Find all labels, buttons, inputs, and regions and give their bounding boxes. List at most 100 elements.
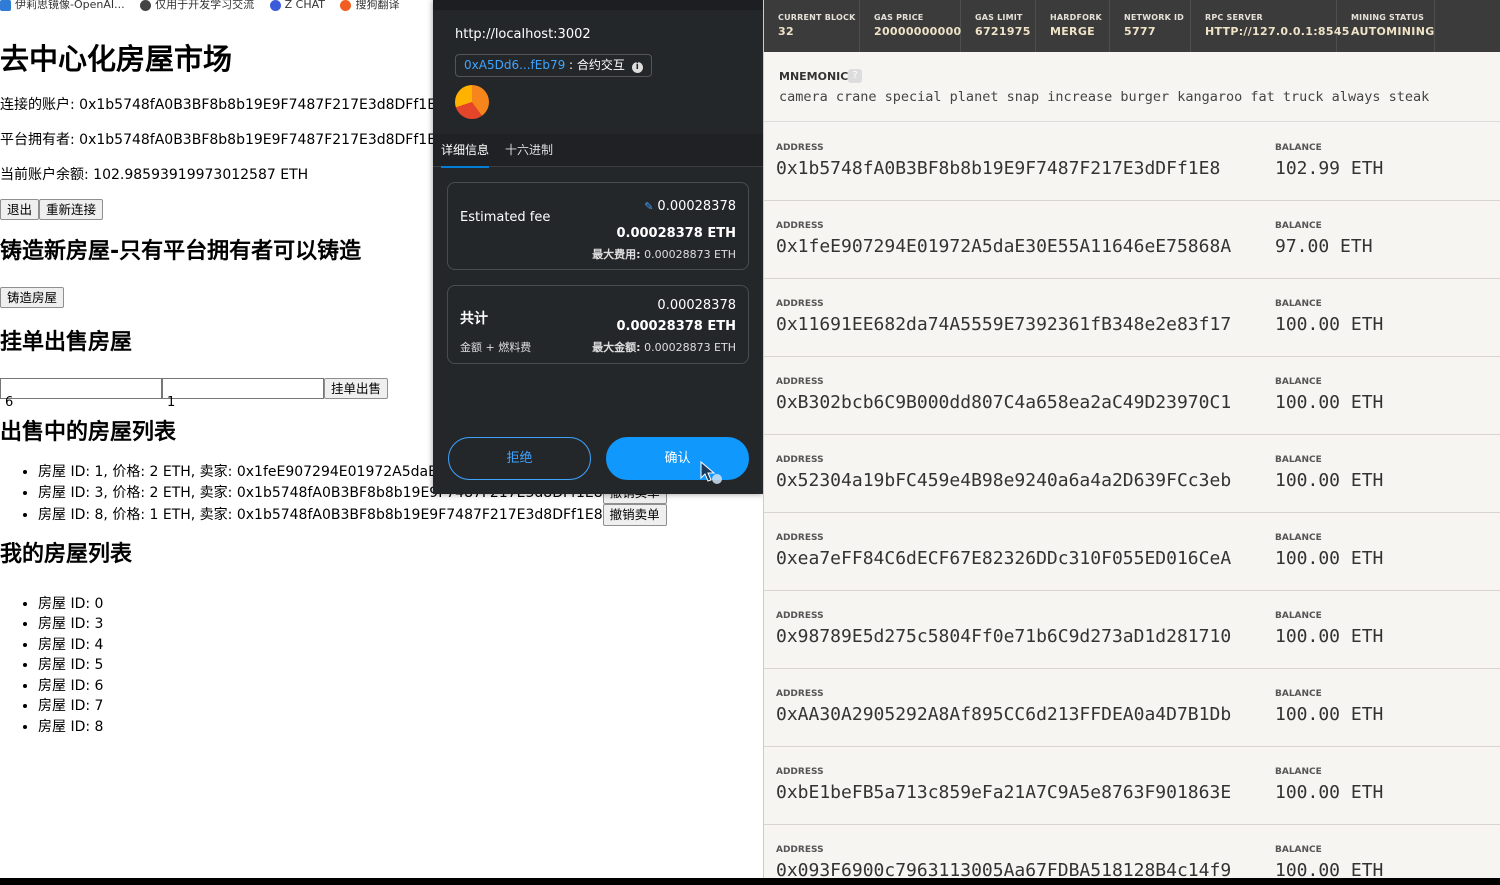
stat-key: GAS LIMIT [975,13,1023,22]
ganache-status-bar: CURRENT BLOCK 32 GAS PRICE 20000000000 GAS… [764,0,1500,52]
stat-value: AUTOMINING [1351,25,1435,38]
list-item: 房屋 ID: 3 [38,614,762,635]
cancel-listing-button[interactable]: 撤销卖单 [602,503,667,526]
stat-key: RPC SERVER [1205,13,1263,22]
address-label: ADDRESS [776,611,824,621]
my-houses-list: 房屋 ID: 0 房屋 ID: 3 房屋 ID: 4 房屋 ID: 5 房屋 I… [0,594,762,738]
account-row[interactable]: ADDRESS BALANCE 0x1feE907294E01972A5daE30E… [764,201,1500,279]
account-address: 0xAA30A2905292A8Af895CC6d213FFDEA0a4D7B1… [776,704,1232,725]
reconnect-button[interactable]: 重新连接 [39,199,104,220]
account-row[interactable]: ADDRESS BALANCE 0x093F6900c7963113005Aa67F… [764,825,1500,878]
total-sub-label: 金额 + 燃料费 [460,341,532,354]
address-label: ADDRESS [776,221,824,231]
stat-value: 6721975 [975,25,1031,38]
current-block-stat: CURRENT BLOCK 32 [764,0,860,52]
tab-hex[interactable]: 十六进制 [505,134,553,166]
balance-label: BALANCE [1275,533,1322,543]
sogou-icon [340,0,352,11]
account-address: 0x093F6900c7963113005Aa67FDBA518128B4c14… [776,860,1232,878]
account-balance: 100.00 ETH [1275,704,1384,725]
max-fee-row: 最大费用: 0.00028873 ETH [592,246,736,262]
metamask-confirm-popup: http://localhost:3002 0xA5Dd6...fEb79 : … [433,0,763,494]
price-input[interactable]: 1 [162,378,324,410]
account-balance: 100.00 ETH [1275,314,1384,335]
mnemonic-panel: MNEMONIC ? camera crane special planet s… [764,52,1500,122]
stat-value: 20000000000 [874,25,962,38]
max-fee-label: 最大费用: [592,248,641,261]
estimated-fee-card: Estimated fee ✎ 0.00028378 0.00028378 ETH… [447,182,749,270]
help-icon[interactable]: ? [848,69,862,83]
account-row[interactable]: ADDRESS BALANCE 0xbE1beFB5a713c859eFa21A7C… [764,747,1500,825]
stat-value: HTTP://127.0.0.1:8545 [1205,25,1350,38]
openai-icon [0,0,11,11]
reject-button[interactable]: 拒绝 [448,437,591,480]
list-for-sale-button[interactable]: 挂单出售 [324,378,389,399]
max-amount-value: 0.00028873 ETH [644,341,736,354]
address-label: ADDRESS [776,533,824,543]
account-avatar [455,85,489,119]
connected-account-label: 连接的账户: [0,97,80,113]
account-address: 0x98789E5d275c5804Ff0e71b6C9d273aD1d2817… [776,626,1232,647]
address-label: ADDRESS [776,377,824,387]
contract-address: 0xA5Dd6...fEb79 [464,58,566,72]
list-item: 房屋 ID: 0 [38,594,762,615]
rpc-server-stat: RPC SERVER HTTP://127.0.0.1:8545 [1191,0,1350,52]
max-amount-label: 最大金额: [592,341,641,354]
mining-status-stat: MINING STATUS AUTOMINING [1337,0,1435,52]
account-row[interactable]: ADDRESS BALANCE 0x1b5748fA0B3BF8b8b19E9F74… [764,123,1500,201]
gas-limit-stat: GAS LIMIT 6721975 [961,0,1036,52]
list-item: 房屋 ID: 7 [38,696,762,717]
taskbar-edge [0,878,1500,885]
bookmark-label: 仅用于开发学习交流 [155,0,255,11]
bookmark-bar: 伊莉思镜像-OpenAI... 仅用于开发学习交流 Z CHAT 搜狗翻译 [0,0,440,12]
account-balance: 100.00 ETH [1275,392,1384,413]
bookmark-item[interactable]: 仅用于开发学习交流 [140,0,254,11]
ganache-window: CURRENT BLOCK 32 GAS PRICE 20000000000 GAS… [763,0,1500,878]
balance-label: BALANCE [1275,221,1322,231]
account-address: 0xea7eFF84C6dECF67E82326DDc310F055ED016C… [776,548,1232,569]
balance-label: BALANCE [1275,455,1322,465]
site-origin: http://localhost:3002 [455,27,591,42]
tab-details[interactable]: 详细信息 [441,134,490,168]
mnemonic-label: MNEMONIC [779,70,849,83]
account-row[interactable]: ADDRESS BALANCE 0xAA30A2905292A8Af895CC6d2… [764,669,1500,747]
balance-label: BALANCE [1275,689,1322,699]
bookmark-item[interactable]: 伊莉思镜像-OpenAI... [0,0,125,11]
mouse-cursor-icon [700,460,722,484]
bookmark-item[interactable]: 搜狗翻译 [340,0,399,11]
address-label: ADDRESS [776,143,824,153]
list-item: 房屋 ID: 8 [38,717,762,738]
house-id-input[interactable]: 6 [0,378,162,410]
hardfork-stat: HARDFORK MERGE [1036,0,1110,52]
stat-key: MINING STATUS [1351,13,1425,22]
account-address: 0x1feE907294E01972A5daE30E55A11646eE7586… [776,236,1232,257]
total-label: 共计 [460,311,488,327]
account-address: 0x1b5748fA0B3BF8b8b19E9F7487F217E3dDFf1E… [776,158,1221,179]
contract-interaction-pill[interactable]: 0xA5Dd6...fEb79 : 合约交互 i [455,54,652,77]
address-label: ADDRESS [776,455,824,465]
estimated-fee-label: Estimated fee [460,210,551,225]
balance-label: BALANCE [1275,845,1322,855]
account-row[interactable]: ADDRESS BALANCE 0x52304a19bFC459e4B98e9240… [764,435,1500,513]
balance-label: BALANCE [1275,143,1322,153]
list-item: 房屋 ID: 4 [38,635,762,656]
list-item: 房屋 ID: 6 [38,676,762,697]
account-row[interactable]: ADDRESS BALANCE 0xea7eFF84C6dECF67E82326DD… [764,513,1500,591]
account-balance: 100.00 ETH [1275,626,1384,647]
logout-button[interactable]: 退出 [0,199,40,220]
stat-value: 32 [778,25,794,38]
mint-house-button[interactable]: 铸造房屋 [0,287,65,308]
address-label: ADDRESS [776,299,824,309]
max-fee-value: 0.00028873 ETH [644,248,736,261]
bookmark-item[interactable]: Z CHAT [269,0,325,11]
account-row[interactable]: ADDRESS BALANCE 0x11691EE682da74A5559E7392… [764,279,1500,357]
list-item: 房屋 ID: 5 [38,655,762,676]
account-balance: 100.00 ETH [1275,548,1384,569]
edit-pencil-icon[interactable]: ✎ [641,200,653,213]
contract-action-label: : 合约交互 [565,58,625,72]
stat-key: HARDFORK [1050,13,1102,22]
total-card: 共计 金额 + 燃料费 0.00028378 0.00028378 ETH 最大… [447,285,749,364]
confirm-button[interactable]: 确认 [606,437,749,480]
account-row[interactable]: ADDRESS BALANCE 0xB302bcb6C9B000dd807C4a65… [764,357,1500,435]
account-row[interactable]: ADDRESS BALANCE 0x98789E5d275c5804Ff0e71b6… [764,591,1500,669]
